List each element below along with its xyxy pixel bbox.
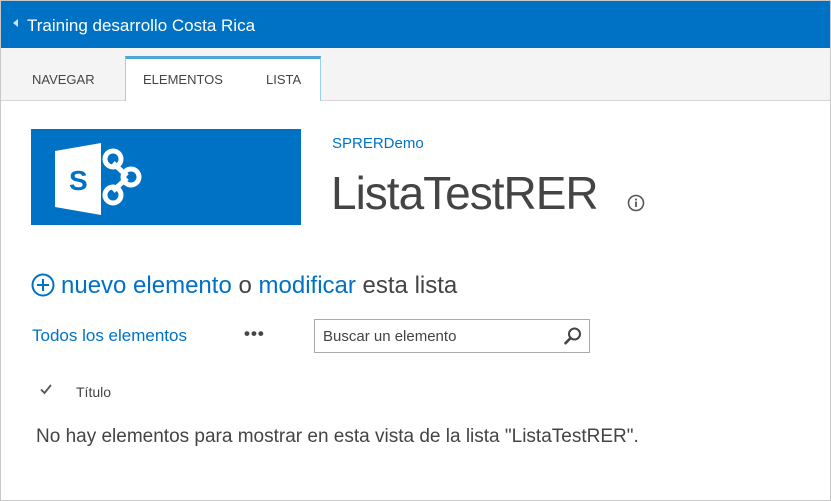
search-icon[interactable]	[563, 326, 583, 346]
plus-circle-icon[interactable]	[31, 273, 55, 297]
more-views-button[interactable]: •••	[244, 323, 265, 345]
back-arrow-icon[interactable]	[13, 19, 18, 27]
tab-lista[interactable]: LISTA	[266, 72, 301, 88]
connector-text: o	[238, 272, 252, 299]
info-icon[interactable]	[626, 193, 646, 213]
tab-elementos[interactable]: ELEMENTOS	[143, 72, 223, 88]
page-title: ListaTestRER	[331, 167, 599, 219]
select-all-checkmark-icon[interactable]	[39, 382, 53, 396]
new-item-link[interactable]: nuevo elemento	[61, 272, 232, 299]
sharepoint-list-page: Training desarrollo Costa Rica NAVEGAR E…	[0, 0, 831, 501]
sharepoint-logo-icon: S	[55, 143, 142, 215]
search-input[interactable]	[315, 320, 555, 352]
empty-list-message: No hay elementos para mostrar en esta vi…	[36, 426, 639, 447]
site-title-link[interactable]: Training desarrollo Costa Rica	[27, 16, 255, 36]
edit-list-link[interactable]: modificar	[259, 272, 356, 299]
new-item-bar: nuevo elemento o modificar esta lista	[31, 271, 457, 301]
site-breadcrumb-link[interactable]: SPRERDemo	[332, 134, 424, 154]
current-view-link[interactable]: Todos los elementos	[32, 325, 187, 347]
site-logo[interactable]: S	[31, 129, 301, 225]
search-box	[314, 319, 590, 353]
svg-text:S: S	[69, 165, 88, 196]
edit-list-tail-text: esta lista	[362, 272, 458, 299]
ribbon-tab-bar: NAVEGAR ELEMENTOS LISTA	[1, 48, 830, 101]
column-header-title[interactable]: Título	[76, 383, 111, 401]
suite-bar: Training desarrollo Costa Rica	[1, 1, 830, 48]
tab-navegar[interactable]: NAVEGAR	[32, 72, 95, 88]
